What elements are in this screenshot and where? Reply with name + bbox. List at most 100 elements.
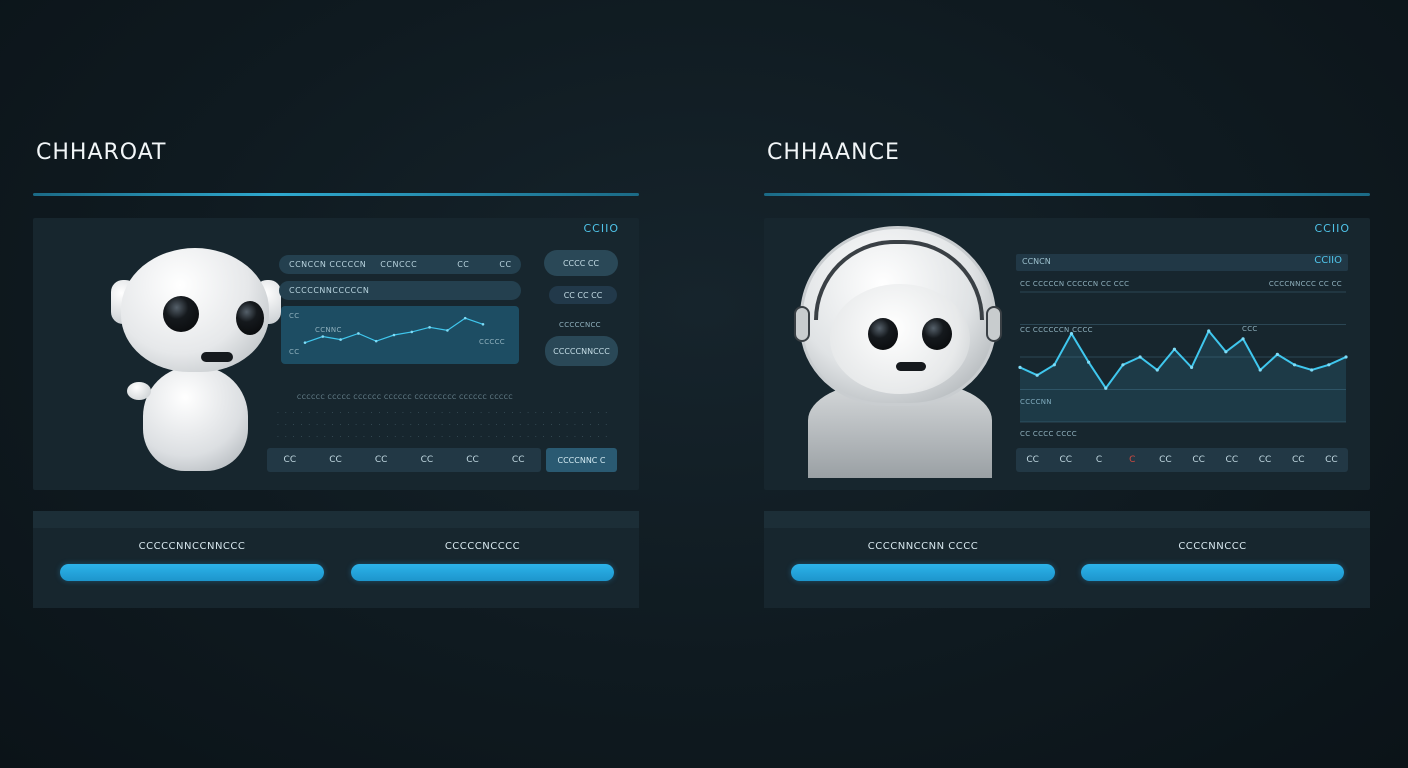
rtoolbar-item-2[interactable]: CC	[1049, 455, 1082, 465]
left-action-label-2: CCCCCNCCCC	[444, 541, 521, 552]
robot-illustration	[93, 246, 293, 471]
right-action-label-1: CCCCNNCCNN CCCC	[867, 541, 979, 552]
info-pill-2[interactable]: CCCCCNNCCCCCN	[279, 281, 521, 300]
robot-eye-left	[163, 296, 199, 332]
data-point	[1241, 337, 1245, 341]
headset-ear-right	[986, 306, 1002, 342]
toolbar-cta-button[interactable]: CCCCNNC C	[546, 448, 617, 472]
rtoolbar-item-4[interactable]: C	[1116, 455, 1149, 465]
toolbar-item-3[interactable]: CC	[358, 455, 404, 465]
pill-1-text-c: CC	[457, 260, 470, 269]
table-dots-row-2: · · · · · · · · · · · · · · · · · · · · …	[277, 422, 610, 429]
left-panel-title: CHHAROAT	[36, 140, 167, 165]
robot-eye-right	[922, 318, 952, 350]
data-point	[1189, 365, 1194, 369]
data-point	[1207, 329, 1211, 333]
data-point	[392, 333, 396, 337]
data-point	[1310, 368, 1314, 372]
data-point	[339, 338, 342, 341]
right-action-group-1: CCCCNNCCNN CCCC	[791, 541, 1055, 581]
data-point	[481, 322, 485, 326]
left-toolbar: CC CC CC CC CC CC	[267, 448, 541, 472]
data-point	[1138, 355, 1142, 359]
data-point	[1121, 363, 1125, 367]
pill-1-text-b: CCNCCC	[380, 260, 418, 269]
right-action-button-2[interactable]	[1081, 564, 1344, 581]
left-action-card: CCCCCNNCCNNCCC CCCCCNCCCC	[33, 511, 639, 608]
toolbar-item-4[interactable]: CC	[404, 455, 450, 465]
right-action-group-2: CCCCNNCCC	[1081, 541, 1344, 581]
left-action-label-1: CCCCCNNCCNNCCC	[138, 541, 246, 552]
robot-arm	[127, 382, 151, 400]
pill-2-text: CCCCCNNCCCCCN	[289, 286, 370, 295]
info-pill-1[interactable]: CCNCCN CCCCCN CCNCCC CC CC	[279, 255, 521, 274]
data-point	[1327, 363, 1331, 367]
rtoolbar-item-9[interactable]: CC	[1282, 455, 1315, 465]
data-point	[1258, 368, 1262, 372]
right-action-card: CCCCNNCCNN CCCC CCCCNNCCC	[764, 511, 1370, 608]
data-point	[463, 316, 467, 320]
left-action-group-2: CCCCCNCCCC	[351, 541, 614, 581]
series-area	[1020, 331, 1346, 422]
data-point	[374, 339, 378, 343]
data-point	[1172, 347, 1177, 351]
right-action-button-1[interactable]	[791, 564, 1055, 581]
side-label: CCCCCNCC	[559, 321, 601, 329]
data-point	[1155, 368, 1159, 372]
left-action-button-2[interactable]	[351, 564, 614, 581]
data-point	[303, 341, 307, 344]
rtoolbar-item-5[interactable]: CC	[1149, 455, 1182, 465]
robot-eye-right	[236, 301, 264, 335]
data-point	[1104, 386, 1108, 390]
side-pill-2[interactable]: CC CC CC	[549, 286, 617, 304]
data-point	[428, 326, 431, 329]
left-action-group-1: CCCCCNNCCNNCCC	[60, 541, 324, 581]
right-action-strip	[764, 511, 1370, 528]
side-pill-3[interactable]: CCCCCNNCCC	[545, 336, 618, 366]
data-point	[321, 335, 325, 338]
chart-header-right: CCIIO	[1314, 255, 1342, 266]
chart-header-bar: CCNCN CCIIO	[1016, 254, 1348, 271]
toolbar-item-6[interactable]: CC	[495, 455, 541, 465]
left-action-button-1[interactable]	[60, 564, 324, 581]
data-point	[1087, 360, 1091, 364]
side-pill-1[interactable]: CCCC CC	[544, 250, 618, 276]
rtoolbar-item-6[interactable]: CC	[1182, 455, 1215, 465]
left-card-badge: CCIIO	[583, 222, 619, 235]
rtoolbar-item-8[interactable]: CC	[1248, 455, 1281, 465]
table-dots-row-1: · · · · · · · · · · · · · · · · · · · · …	[277, 410, 610, 417]
data-point	[1035, 373, 1039, 377]
pill-1-text-d: CC	[499, 260, 512, 269]
data-point	[1052, 363, 1056, 367]
robot-headset-illustration	[794, 222, 1004, 478]
data-point	[1292, 363, 1297, 367]
mini-chart: CC CC CCNNC CCCCC	[281, 306, 519, 364]
robot-eye-left	[868, 318, 898, 350]
rtoolbar-item-7[interactable]: CC	[1215, 455, 1248, 465]
table-dots-row-3: · · · · · · · · · · · · · · · · · · · · …	[277, 434, 610, 441]
robot-mouth	[896, 362, 926, 371]
data-point	[1018, 365, 1022, 369]
data-point	[357, 332, 360, 335]
robot-body	[143, 366, 248, 471]
rtoolbar-item-10[interactable]: CC	[1315, 455, 1348, 465]
data-point	[1344, 355, 1348, 359]
right-card-badge: CCIIO	[1314, 222, 1350, 235]
data-point	[1275, 352, 1279, 356]
line-chart-area: CC CCCCCN CCCCCN CC CCC CCCCNNCCC CC CC …	[1016, 278, 1348, 440]
rtoolbar-item-3[interactable]: C	[1082, 455, 1115, 465]
left-top-rule	[33, 193, 639, 196]
series-line	[304, 317, 484, 344]
toolbar-item-5[interactable]: CC	[450, 455, 496, 465]
data-point	[1224, 350, 1228, 354]
left-main-card: CCIIO CCNCCN CCCCCN CCNCCC CC CC CCCCCNN…	[33, 218, 639, 490]
left-action-strip	[33, 511, 639, 528]
headset-ear-left	[794, 306, 810, 342]
data-point	[446, 329, 449, 332]
toolbar-item-2[interactable]: CC	[313, 455, 359, 465]
toolbar-item-1[interactable]: CC	[267, 455, 313, 465]
robot-mouth	[201, 352, 233, 362]
table-header: CCCCCC CCCCC CCCCCC CCCCCC CCCCCCCCC CCC…	[297, 394, 514, 401]
rtoolbar-item-1[interactable]: CC	[1016, 455, 1049, 465]
data-point	[1069, 332, 1074, 336]
